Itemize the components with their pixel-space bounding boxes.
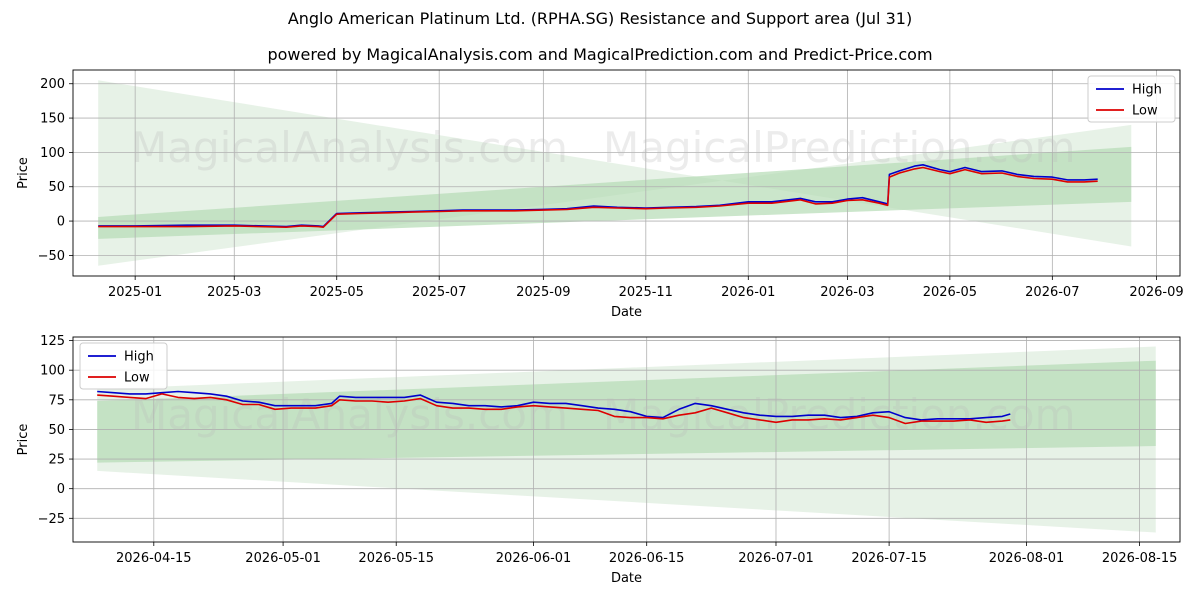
legend-label-low: Low xyxy=(1132,104,1158,119)
x-tick-label: 2026-01 xyxy=(721,285,775,300)
x-tick-label: 2026-07 xyxy=(1025,285,1079,300)
y-axis-label: Price xyxy=(16,157,31,189)
x-tick-label: 2026-06-15 xyxy=(609,551,685,566)
watermark-text: MagicalAnalysis.com xyxy=(131,123,568,172)
panel-1: 2025-01 2025-03 2025-05 2025-07 2025-09 2025-… xyxy=(16,69,1184,320)
x-tick-label: 2026-06-01 xyxy=(496,551,572,566)
y-axis-label: Price xyxy=(16,424,31,456)
x-tick-label: 2025-09 xyxy=(516,285,570,300)
legend-label-low: Low xyxy=(124,371,150,386)
legend: High Low xyxy=(1087,75,1176,123)
y-tick-label: 0 xyxy=(57,482,65,497)
y-tick-label: 100 xyxy=(40,146,65,161)
x-tick-label: 2026-08-15 xyxy=(1102,551,1178,566)
x-tick-label: 2026-04-15 xyxy=(116,551,192,566)
panel-2: 2026-04-15 2026-05-01 2026-05-15 2026-06-01… xyxy=(16,334,1181,586)
y-tick-label: 25 xyxy=(48,453,65,468)
y-tick-label: 100 xyxy=(40,364,65,379)
x-tick-label: 2026-07-01 xyxy=(738,551,814,566)
x-tick-label: 2026-07-15 xyxy=(851,551,927,566)
x-tick-label: 2026-08-01 xyxy=(989,551,1065,566)
x-tick-label: 2026-03 xyxy=(820,285,874,300)
y-tick-label: 50 xyxy=(48,180,65,195)
x-tick-label: 2025-07 xyxy=(412,285,466,300)
chart-canvas: 2025-01 2025-03 2025-05 2025-07 2025-09 2025-… xyxy=(16,69,1184,586)
x-tick-label: 2025-01 xyxy=(108,285,162,300)
watermark-text: MagicalPrediction.com xyxy=(603,123,1076,172)
y-tick-label: −50 xyxy=(38,249,65,264)
y-tick-label: 125 xyxy=(40,334,65,349)
x-tick-label: 2026-05-01 xyxy=(245,551,321,566)
legend: High Low xyxy=(79,342,168,390)
x-axis-label: Date xyxy=(611,305,642,320)
y-tick-label: 75 xyxy=(48,393,65,408)
y-tick-label: 50 xyxy=(48,423,65,438)
y-tick-label: 150 xyxy=(40,112,65,127)
x-tick-label: 2025-11 xyxy=(619,285,673,300)
x-tick-label: 2025-03 xyxy=(207,285,261,300)
watermark-text: MagicalPrediction.com xyxy=(603,390,1076,439)
y-tick-label: −25 xyxy=(38,512,65,527)
y-tick-label: 200 xyxy=(40,77,65,92)
x-tick-label: 2026-09 xyxy=(1129,285,1183,300)
x-tick-label: 2026-05-15 xyxy=(358,551,434,566)
legend-label-high: High xyxy=(1132,83,1162,98)
x-axis-label: Date xyxy=(611,571,642,586)
legend-label-high: High xyxy=(124,350,154,365)
x-tick-label: 2026-05 xyxy=(923,285,977,300)
y-tick-label: 0 xyxy=(57,215,65,230)
x-tick-label: 2025-05 xyxy=(310,285,364,300)
